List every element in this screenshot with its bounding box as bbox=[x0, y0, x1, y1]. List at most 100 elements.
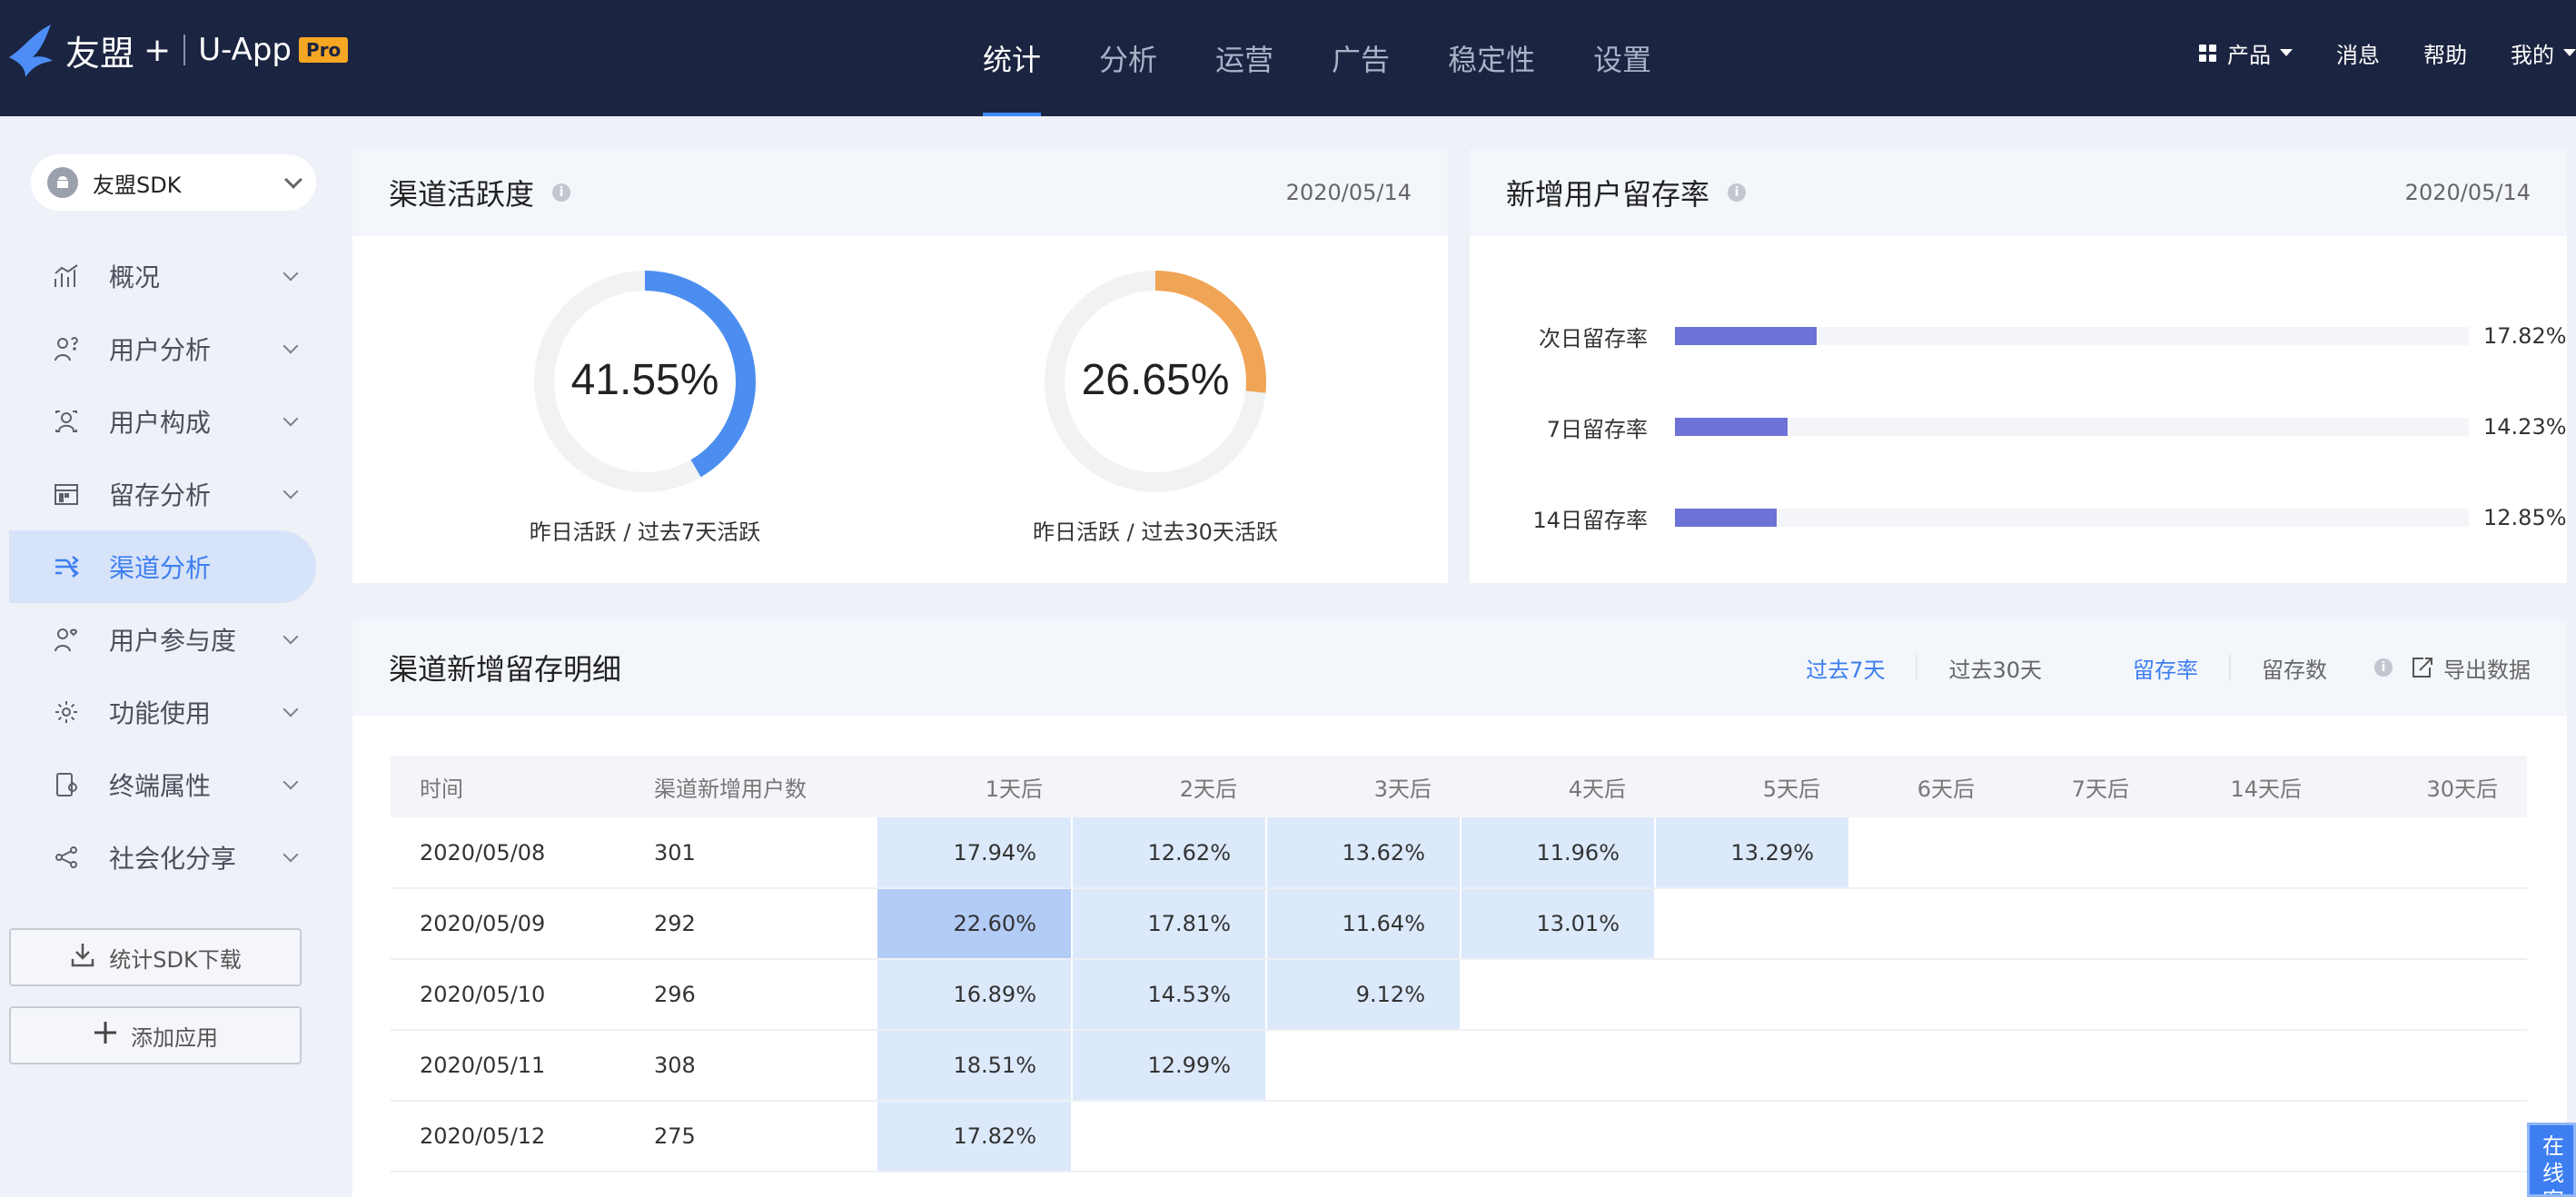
info-icon[interactable]: i bbox=[1728, 183, 1747, 202]
tab-analysis[interactable]: 分析 bbox=[1070, 0, 1186, 116]
sidebar-item-engagement[interactable]: 用户参与度 bbox=[0, 603, 327, 676]
sidebar-item-user-analysis[interactable]: 用户分析 bbox=[0, 312, 327, 385]
empty-cell bbox=[2331, 1030, 2527, 1102]
column-header: 4天后 bbox=[1461, 756, 1655, 817]
app-selector[interactable]: 友盟SDK bbox=[31, 154, 316, 211]
logo-product-text: U-App bbox=[198, 32, 292, 68]
main-nav-tabs: 统计 分析 运营 广告 稳定性 设置 bbox=[954, 0, 1680, 116]
empty-cell bbox=[1849, 1030, 2004, 1102]
donut-7day: 41.55% 昨日活跃 / 过去7天活跃 bbox=[509, 265, 781, 546]
sidebar-item-label: 渠道分析 bbox=[109, 553, 212, 583]
empty-cell bbox=[2004, 959, 2158, 1031]
empty-cell bbox=[1461, 1030, 1655, 1102]
table-row: 2020/05/10 296 16.89% 14.53% 9.12% bbox=[391, 959, 2527, 1031]
add-app-button[interactable]: 添加应用 bbox=[9, 1006, 302, 1064]
help-link[interactable]: 帮助 bbox=[2423, 37, 2467, 69]
empty-cell bbox=[2331, 1101, 2527, 1172]
retention-row: 次日留存率 17.82% bbox=[1470, 318, 2567, 354]
info-icon[interactable]: i bbox=[2374, 658, 2393, 677]
user-heart-icon bbox=[53, 626, 80, 653]
sidebar-item-device[interactable]: 终端属性 bbox=[0, 748, 327, 821]
logo-plus-text: + bbox=[144, 31, 172, 69]
caret-down-icon bbox=[2280, 49, 2293, 56]
help-label: 帮助 bbox=[2423, 42, 2467, 68]
empty-cell bbox=[1655, 1101, 1849, 1172]
card-title: 新增用户留存率 bbox=[1506, 177, 1710, 212]
donut-chart: 41.55% bbox=[534, 271, 756, 492]
app-name: 友盟SDK bbox=[93, 172, 182, 198]
chevron-down-icon bbox=[282, 483, 299, 500]
tab-operations[interactable]: 运营 bbox=[1186, 0, 1303, 116]
sidebar-item-label: 用户构成 bbox=[109, 408, 212, 438]
export-data-button[interactable]: 导出数据 bbox=[2411, 652, 2531, 684]
tab-label: 运营 bbox=[1215, 43, 1274, 77]
brand-logo[interactable]: 友盟 + U-App Pro bbox=[5, 18, 349, 82]
calendar-grid-icon bbox=[53, 480, 80, 508]
info-icon[interactable]: i bbox=[552, 183, 571, 202]
tab-label: 分析 bbox=[1099, 43, 1158, 77]
sidebar-item-label: 用户参与度 bbox=[109, 626, 237, 656]
column-header: 30天后 bbox=[2331, 756, 2527, 817]
tab-label: 稳定性 bbox=[1448, 43, 1536, 77]
products-dropdown[interactable]: 产品 bbox=[2199, 37, 2293, 69]
column-header: 渠道新增用户数 bbox=[625, 756, 877, 817]
empty-cell bbox=[1266, 1101, 1461, 1172]
sidebar-item-feature-usage[interactable]: 功能使用 bbox=[0, 676, 327, 748]
column-header: 1天后 bbox=[877, 756, 1072, 817]
empty-cell bbox=[1461, 959, 1655, 1031]
empty-cell bbox=[1461, 1101, 1655, 1172]
filter-past-30-days[interactable]: 过去30天 bbox=[1948, 652, 2042, 684]
retention-cell: 17.94% bbox=[877, 817, 1073, 889]
row-new-users: 301 bbox=[625, 817, 877, 889]
account-dropdown[interactable]: 我的 bbox=[2511, 37, 2576, 69]
filter-retention-rate[interactable]: 留存率 bbox=[2133, 652, 2198, 684]
tab-ads[interactable]: 广告 bbox=[1303, 0, 1419, 116]
sidebar-item-label: 终端属性 bbox=[109, 771, 212, 801]
tab-settings[interactable]: 设置 bbox=[1564, 0, 1680, 116]
row-date: 2020/05/12 bbox=[391, 1101, 625, 1172]
row-new-users: 296 bbox=[625, 959, 877, 1031]
table-row: 2020/05/08 301 17.94% 12.62% 13.62% 11.96% 13.… bbox=[391, 817, 2527, 889]
top-navigation-bar: 友盟 + U-App Pro 统计 分析 运营 广告 稳定性 设置 产品 消息 … bbox=[0, 0, 2576, 116]
sidebar-item-overview[interactable]: 概况 bbox=[0, 240, 327, 312]
sidebar-item-user-composition[interactable]: 用户构成 bbox=[0, 385, 327, 458]
sdk-download-button[interactable]: 统计SDK下载 bbox=[9, 928, 302, 986]
channel-activity-card: 渠道活跃度 i 2020/05/14 41.55% 昨日活跃 / 过去7天活跃 … bbox=[352, 149, 1448, 583]
online-service-button[interactable]: 在线客服 bbox=[2527, 1123, 2576, 1197]
sidebar-item-channel-analysis[interactable]: 渠道分析 bbox=[9, 530, 316, 603]
messages-link[interactable]: 消息 bbox=[2336, 37, 2380, 69]
empty-cell bbox=[1849, 959, 2004, 1031]
filter-retention-count[interactable]: 留存数 bbox=[2262, 652, 2327, 684]
empty-cell bbox=[1849, 1101, 2004, 1172]
tab-label: 设置 bbox=[1593, 43, 1652, 77]
chevron-down-icon bbox=[282, 846, 299, 863]
retention-cell: 9.12% bbox=[1266, 959, 1461, 1031]
sidebar-nav: 概况 用户分析 用户构成 留存分析 渠道分析 用户参与度 功能使用 终端属性 社… bbox=[0, 240, 327, 894]
sidebar-item-retention[interactable]: 留存分析 bbox=[0, 458, 327, 530]
donut-30day: 26.65% 昨日活跃 / 过去30天活跃 bbox=[1019, 265, 1292, 546]
sidebar-item-label: 概况 bbox=[109, 262, 161, 292]
empty-cell bbox=[2158, 1101, 2331, 1172]
tab-stability[interactable]: 稳定性 bbox=[1419, 0, 1564, 116]
tab-stats[interactable]: 统计 bbox=[954, 0, 1070, 116]
retention-cell: 16.89% bbox=[877, 959, 1073, 1031]
sidebar-item-label: 社会化分享 bbox=[109, 844, 237, 874]
card-header: 渠道活跃度 i 2020/05/14 bbox=[352, 149, 1448, 236]
chevron-down-icon bbox=[282, 411, 299, 427]
retention-cell: 12.62% bbox=[1072, 817, 1267, 889]
retention-bar-track bbox=[1675, 327, 2469, 345]
device-icon bbox=[53, 771, 80, 798]
empty-cell bbox=[2004, 1101, 2158, 1172]
sidebar-item-label: 用户分析 bbox=[109, 335, 212, 365]
card-header: 渠道新增留存明细 过去7天 过去30天 留存率 留存数 i 导出数据 bbox=[352, 619, 2567, 716]
column-header: 7天后 bbox=[2004, 756, 2158, 817]
sidebar-item-social-share[interactable]: 社会化分享 bbox=[0, 821, 327, 894]
column-header: 6天后 bbox=[1849, 756, 2004, 817]
column-header: 3天后 bbox=[1266, 756, 1461, 817]
grid-icon bbox=[2199, 44, 2216, 62]
empty-cell bbox=[2158, 1030, 2331, 1102]
retention-cell: 12.99% bbox=[1072, 1030, 1267, 1102]
messages-label: 消息 bbox=[2336, 42, 2380, 68]
card-date: 2020/05/14 bbox=[1285, 180, 1412, 205]
filter-past-7-days[interactable]: 过去7天 bbox=[1806, 652, 1885, 684]
